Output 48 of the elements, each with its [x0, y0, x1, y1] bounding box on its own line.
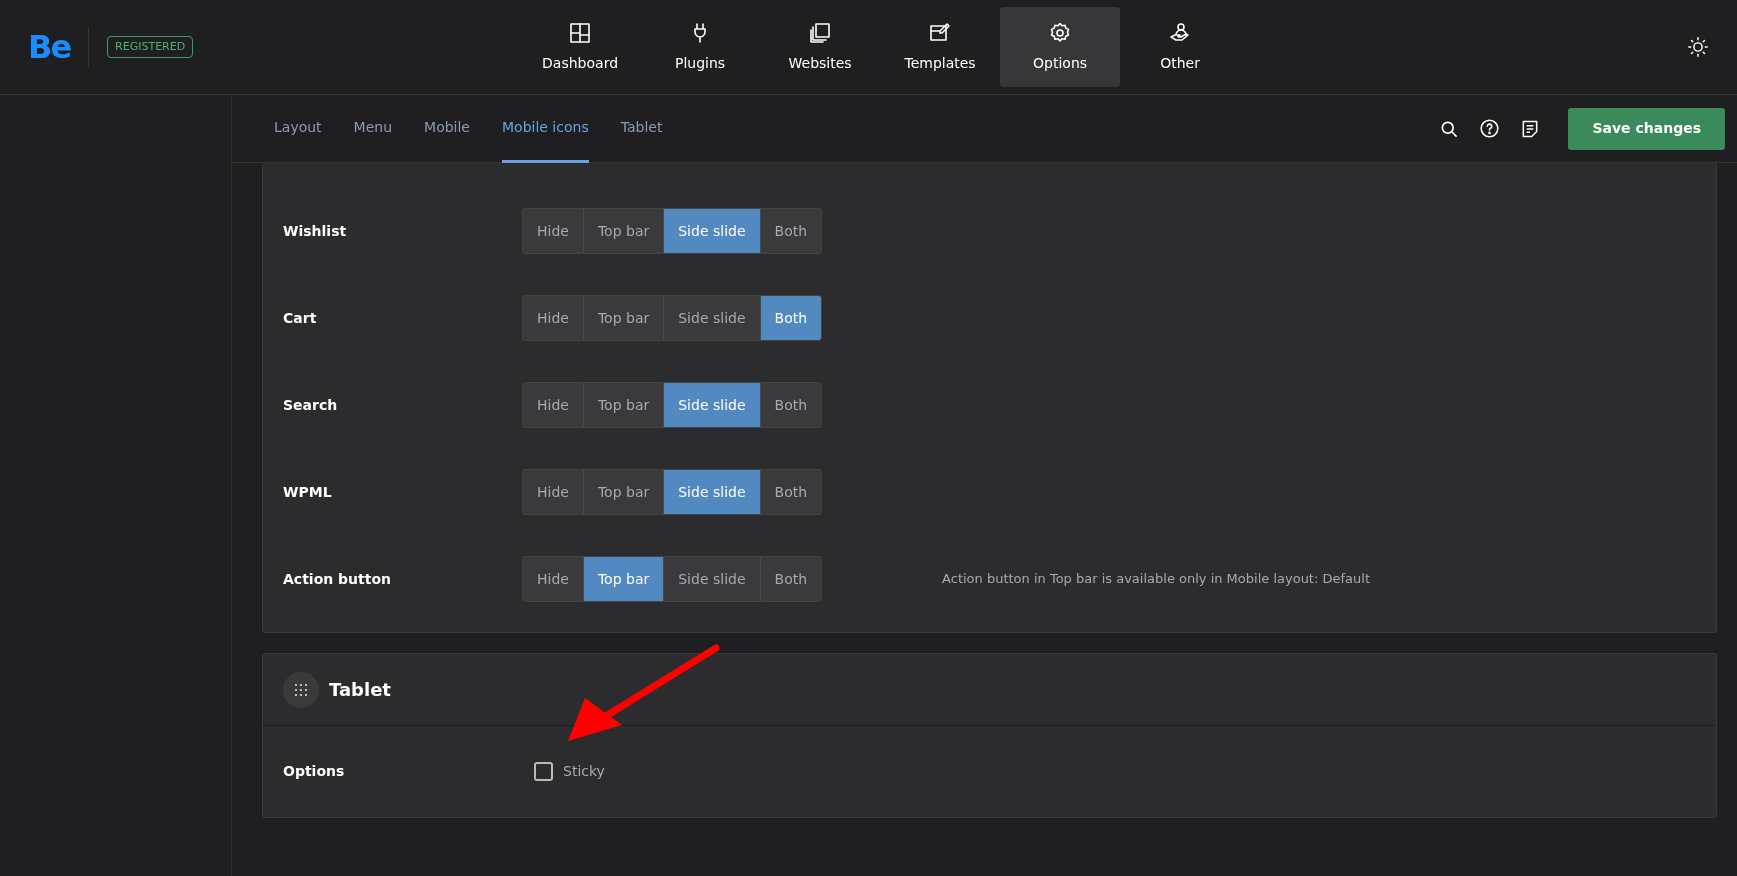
segment-option[interactable]: Side slide [664, 557, 761, 601]
segment-option[interactable]: Hide [523, 209, 584, 253]
nav-tab[interactable]: Other [1120, 7, 1241, 87]
checkbox-label: Sticky [563, 762, 605, 781]
stacked-pages-icon [808, 20, 833, 45]
segment-option[interactable]: Top bar [583, 383, 665, 427]
tab[interactable]: Tablet [620, 94, 663, 163]
segment-option[interactable]: Hide [523, 296, 584, 340]
segment-option[interactable]: Side slide [664, 296, 761, 340]
segment-option[interactable]: Hide [523, 383, 584, 427]
tab[interactable]: Layout [274, 94, 322, 163]
segment-option[interactable]: Top bar [583, 470, 665, 514]
segment-option[interactable]: Both [760, 470, 822, 514]
option-label: WPML [283, 482, 333, 502]
segment-option[interactable]: Both [760, 296, 822, 340]
segment-option[interactable]: Side slide [664, 383, 761, 427]
nav-tab[interactable]: Dashboard [520, 7, 641, 87]
nav-tab[interactable]: Websites [760, 7, 881, 87]
save-changes-button[interactable]: Save changes [1568, 107, 1725, 150]
segment-option[interactable]: Top bar [583, 557, 665, 601]
segment-option[interactable]: Both [760, 557, 822, 601]
drag-handle-icon[interactable] [283, 671, 319, 708]
help-icon[interactable] [1479, 118, 1501, 139]
segment-option[interactable]: Both [760, 209, 822, 253]
nav-tab[interactable]: Plugins [640, 7, 761, 87]
theme-toggle-icon[interactable] [1687, 36, 1709, 58]
nav-tab[interactable]: Options [1000, 7, 1121, 87]
registered-badge: REGISTERED [107, 35, 194, 59]
option-label: Cart [283, 308, 318, 328]
segment-option[interactable]: Side slide [664, 470, 761, 514]
segment-option[interactable]: Hide [523, 557, 584, 601]
segment-option[interactable]: Both [760, 383, 822, 427]
note-text: Action button in Top bar is available only in Mobile layout: Default [942, 570, 1370, 589]
nav-tab[interactable]: Templates [880, 7, 1001, 87]
option-label: Search [283, 395, 339, 415]
option-label: Action button [283, 569, 393, 589]
segment-option[interactable]: Top bar [583, 209, 665, 253]
segment-option[interactable]: Side slide [664, 209, 761, 253]
section-title: Tablet [329, 678, 391, 702]
logo: Be [28, 31, 71, 63]
option-label: Options [283, 762, 346, 781]
tab[interactable]: Mobile [424, 94, 470, 163]
segment-option[interactable]: Hide [523, 470, 584, 514]
tab[interactable]: Menu [353, 94, 393, 163]
checkbox[interactable] [534, 762, 553, 781]
option-label: Wishlist [283, 221, 348, 241]
grid-layout-icon [568, 20, 593, 45]
segment-option[interactable]: Top bar [583, 296, 665, 340]
